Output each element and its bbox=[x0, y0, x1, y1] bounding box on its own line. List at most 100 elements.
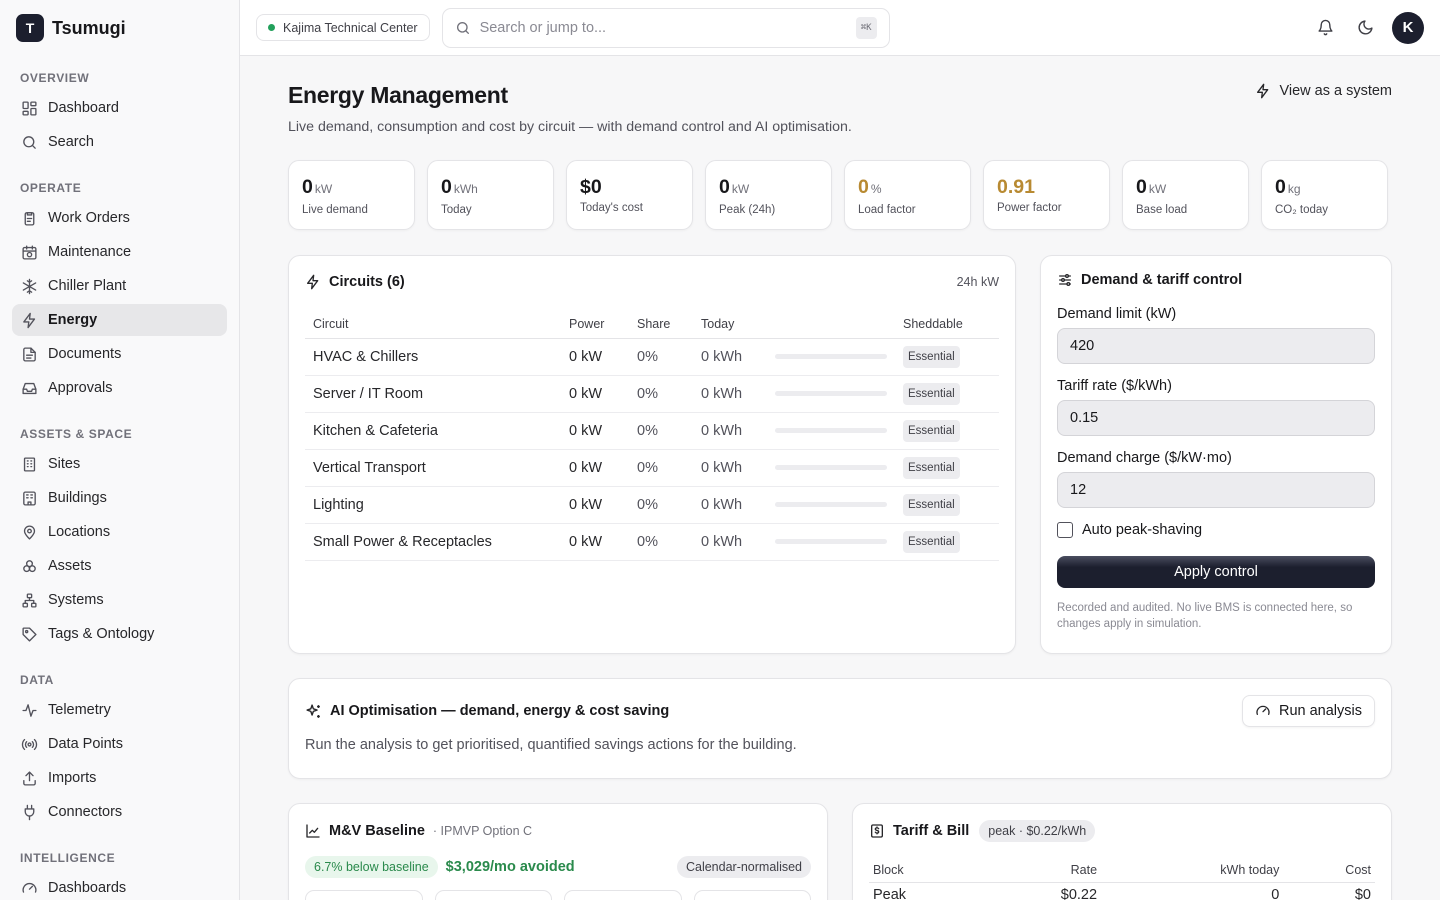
moon-icon[interactable] bbox=[1352, 15, 1378, 41]
sidebar-item-telemetry[interactable]: Telemetry bbox=[12, 694, 227, 726]
sidebar-item-work-orders[interactable]: Work Orders bbox=[12, 202, 227, 234]
sidebar-item-label: Approvals bbox=[48, 380, 113, 396]
activity-icon bbox=[20, 701, 38, 719]
nav-section: DATA Telemetry Data Points Imports Connector… bbox=[0, 666, 239, 828]
document-icon bbox=[20, 345, 38, 363]
table-row[interactable]: Vertical Transport 0 kW 0% 0 kWh Essential bbox=[305, 449, 999, 487]
kwh-cell: 0 bbox=[1271, 887, 1280, 900]
demand-limit-label: Demand limit (kW) bbox=[1057, 306, 1177, 322]
nav-section-title: OVERVIEW bbox=[20, 71, 90, 85]
upload-icon bbox=[20, 769, 38, 787]
sidebar-item-label: Imports bbox=[48, 770, 97, 786]
essential-badge[interactable]: Essential bbox=[903, 530, 960, 553]
run-analysis-button[interactable]: Run analysis bbox=[1241, 695, 1375, 727]
inbox-icon bbox=[20, 379, 38, 397]
circuit-share: 0% bbox=[629, 412, 693, 450]
sidebar-item-chiller-plant[interactable]: Chiller Plant bbox=[12, 270, 227, 302]
bolt-icon bbox=[305, 274, 321, 290]
sidebar-item-label: Telemetry bbox=[48, 702, 111, 718]
tariff-rate-input[interactable]: 0.15 bbox=[1057, 400, 1375, 436]
office-icon bbox=[20, 489, 38, 507]
circuit-name: Lighting bbox=[305, 486, 561, 524]
share-bar bbox=[775, 465, 887, 470]
demand-limit-input[interactable]: 420 bbox=[1057, 328, 1375, 364]
kpi-label: Today's cost bbox=[580, 202, 643, 214]
essential-badge[interactable]: Essential bbox=[903, 382, 960, 405]
page-subtitle: Live demand, consumption and cost by cir… bbox=[288, 119, 852, 135]
brand[interactable]: T Tsumugi bbox=[0, 0, 239, 56]
clipboard-icon bbox=[20, 209, 38, 227]
essential-badge[interactable]: Essential bbox=[903, 345, 960, 368]
circuit-today: 0 kWh bbox=[693, 486, 767, 524]
sidebar-item-buildings[interactable]: Buildings bbox=[12, 482, 227, 514]
site-selector[interactable]: Kajima Technical Center bbox=[256, 14, 430, 41]
sidebar-item-label: Documents bbox=[48, 346, 122, 362]
circuit-name: HVAC & Chillers bbox=[305, 338, 561, 376]
sidebar-item-systems[interactable]: Systems bbox=[12, 584, 227, 616]
sidebar-item-dashboard[interactable]: Dashboard bbox=[12, 92, 227, 124]
mv-stat-tile bbox=[305, 890, 423, 900]
nav-section-title: INTELLIGENCE bbox=[20, 851, 116, 865]
kpi-label: CO₂ today bbox=[1275, 204, 1329, 216]
table-row[interactable]: HVAC & Chillers 0 kW 0% 0 kWh Essential bbox=[305, 338, 999, 376]
kpi-label: Base load bbox=[1136, 204, 1188, 216]
share-bar-cell bbox=[767, 412, 895, 450]
circuit-power: 0 kW bbox=[561, 412, 629, 450]
apply-control-button[interactable]: Apply control bbox=[1057, 556, 1375, 588]
brand-logo: T bbox=[16, 14, 44, 42]
page-title: Energy Management bbox=[288, 82, 508, 108]
sidebar-item-label: Systems bbox=[48, 592, 104, 608]
kpi-value: 0 bbox=[1136, 176, 1147, 198]
table-row[interactable]: Server / IT Room 0 kW 0% 0 kWh Essential bbox=[305, 375, 999, 413]
circuit-power: 0 kW bbox=[561, 449, 629, 487]
sidebar-item-tags-ontology[interactable]: Tags & Ontology bbox=[12, 618, 227, 650]
shortcut-hint: ⌘K bbox=[855, 16, 877, 39]
avatar[interactable]: K bbox=[1392, 11, 1424, 44]
sidebar-item-documents[interactable]: Documents bbox=[12, 338, 227, 370]
table-row[interactable]: Lighting 0 kW 0% 0 kWh Essential bbox=[305, 486, 999, 524]
topbar: Kajima Technical Center Search or jump t… bbox=[240, 0, 1440, 56]
col-header: Block bbox=[869, 858, 981, 883]
dollar-receipt-icon bbox=[869, 823, 885, 839]
mv-title: M&V Baseline bbox=[329, 823, 425, 839]
demand-title: Demand & tariff control bbox=[1081, 272, 1243, 288]
view-as-system-button[interactable]: View as a system bbox=[1255, 80, 1392, 102]
mv-baseline-card: M&V Baseline · IPMVP Option C 6.7% below… bbox=[288, 803, 828, 900]
demand-charge-input[interactable]: 12 bbox=[1057, 472, 1375, 508]
kpi-unit: kW bbox=[314, 182, 333, 196]
kpi-value: 0 bbox=[302, 176, 313, 198]
essential-badge[interactable]: Essential bbox=[903, 419, 960, 442]
sidebar-item-data-points[interactable]: Data Points bbox=[12, 728, 227, 760]
share-bar bbox=[775, 391, 887, 396]
demand-charge-label: Demand charge ($/kW·mo) bbox=[1057, 450, 1232, 466]
mv-stat-tile bbox=[434, 890, 552, 900]
essential-badge[interactable]: Essential bbox=[903, 456, 960, 479]
sidebar-item-approvals[interactable]: Approvals bbox=[12, 372, 227, 404]
table-row[interactable]: Kitchen & Cafeteria 0 kW 0% 0 kWh Essential bbox=[305, 412, 999, 450]
sidebar-item-locations[interactable]: Locations bbox=[12, 516, 227, 548]
kpi-unit: kW bbox=[1148, 182, 1167, 196]
circuit-power: 0 kW bbox=[561, 486, 629, 524]
auto-peak-shaving-checkbox[interactable] bbox=[1057, 522, 1073, 538]
kpi-label: Power factor bbox=[997, 202, 1062, 214]
circuit-share: 0% bbox=[629, 523, 693, 561]
share-bar bbox=[775, 428, 887, 433]
col-header: Share bbox=[629, 310, 693, 339]
sidebar-item-maintenance[interactable]: Maintenance bbox=[12, 236, 227, 268]
sidebar-item-energy[interactable]: Energy bbox=[12, 304, 227, 336]
table-row[interactable]: Small Power & Receptacles 0 kW 0% 0 kWh Esse… bbox=[305, 523, 999, 561]
sidebar-item-dashboards[interactable]: Dashboards bbox=[12, 872, 227, 900]
sidebar-item-search[interactable]: Search bbox=[12, 126, 227, 158]
auto-peak-shaving-label: Auto peak-shaving bbox=[1082, 522, 1203, 538]
sidebar-item-label: Search bbox=[48, 134, 94, 150]
bell-icon[interactable] bbox=[1312, 15, 1338, 41]
sidebar-item-sites[interactable]: Sites bbox=[12, 448, 227, 480]
kpi-card: 0 kW Live demand bbox=[288, 160, 415, 230]
essential-badge[interactable]: Essential bbox=[903, 493, 960, 516]
circuit-today: 0 kWh bbox=[693, 375, 767, 413]
sidebar-item-connectors[interactable]: Connectors bbox=[12, 796, 227, 828]
sidebar-nav: OVERVIEW Dashboard Search OPERATE Work Order… bbox=[0, 64, 239, 900]
search-input[interactable]: Search or jump to... ⌘K bbox=[441, 7, 890, 48]
sidebar-item-imports[interactable]: Imports bbox=[12, 762, 227, 794]
sidebar-item-assets[interactable]: Assets bbox=[12, 550, 227, 582]
